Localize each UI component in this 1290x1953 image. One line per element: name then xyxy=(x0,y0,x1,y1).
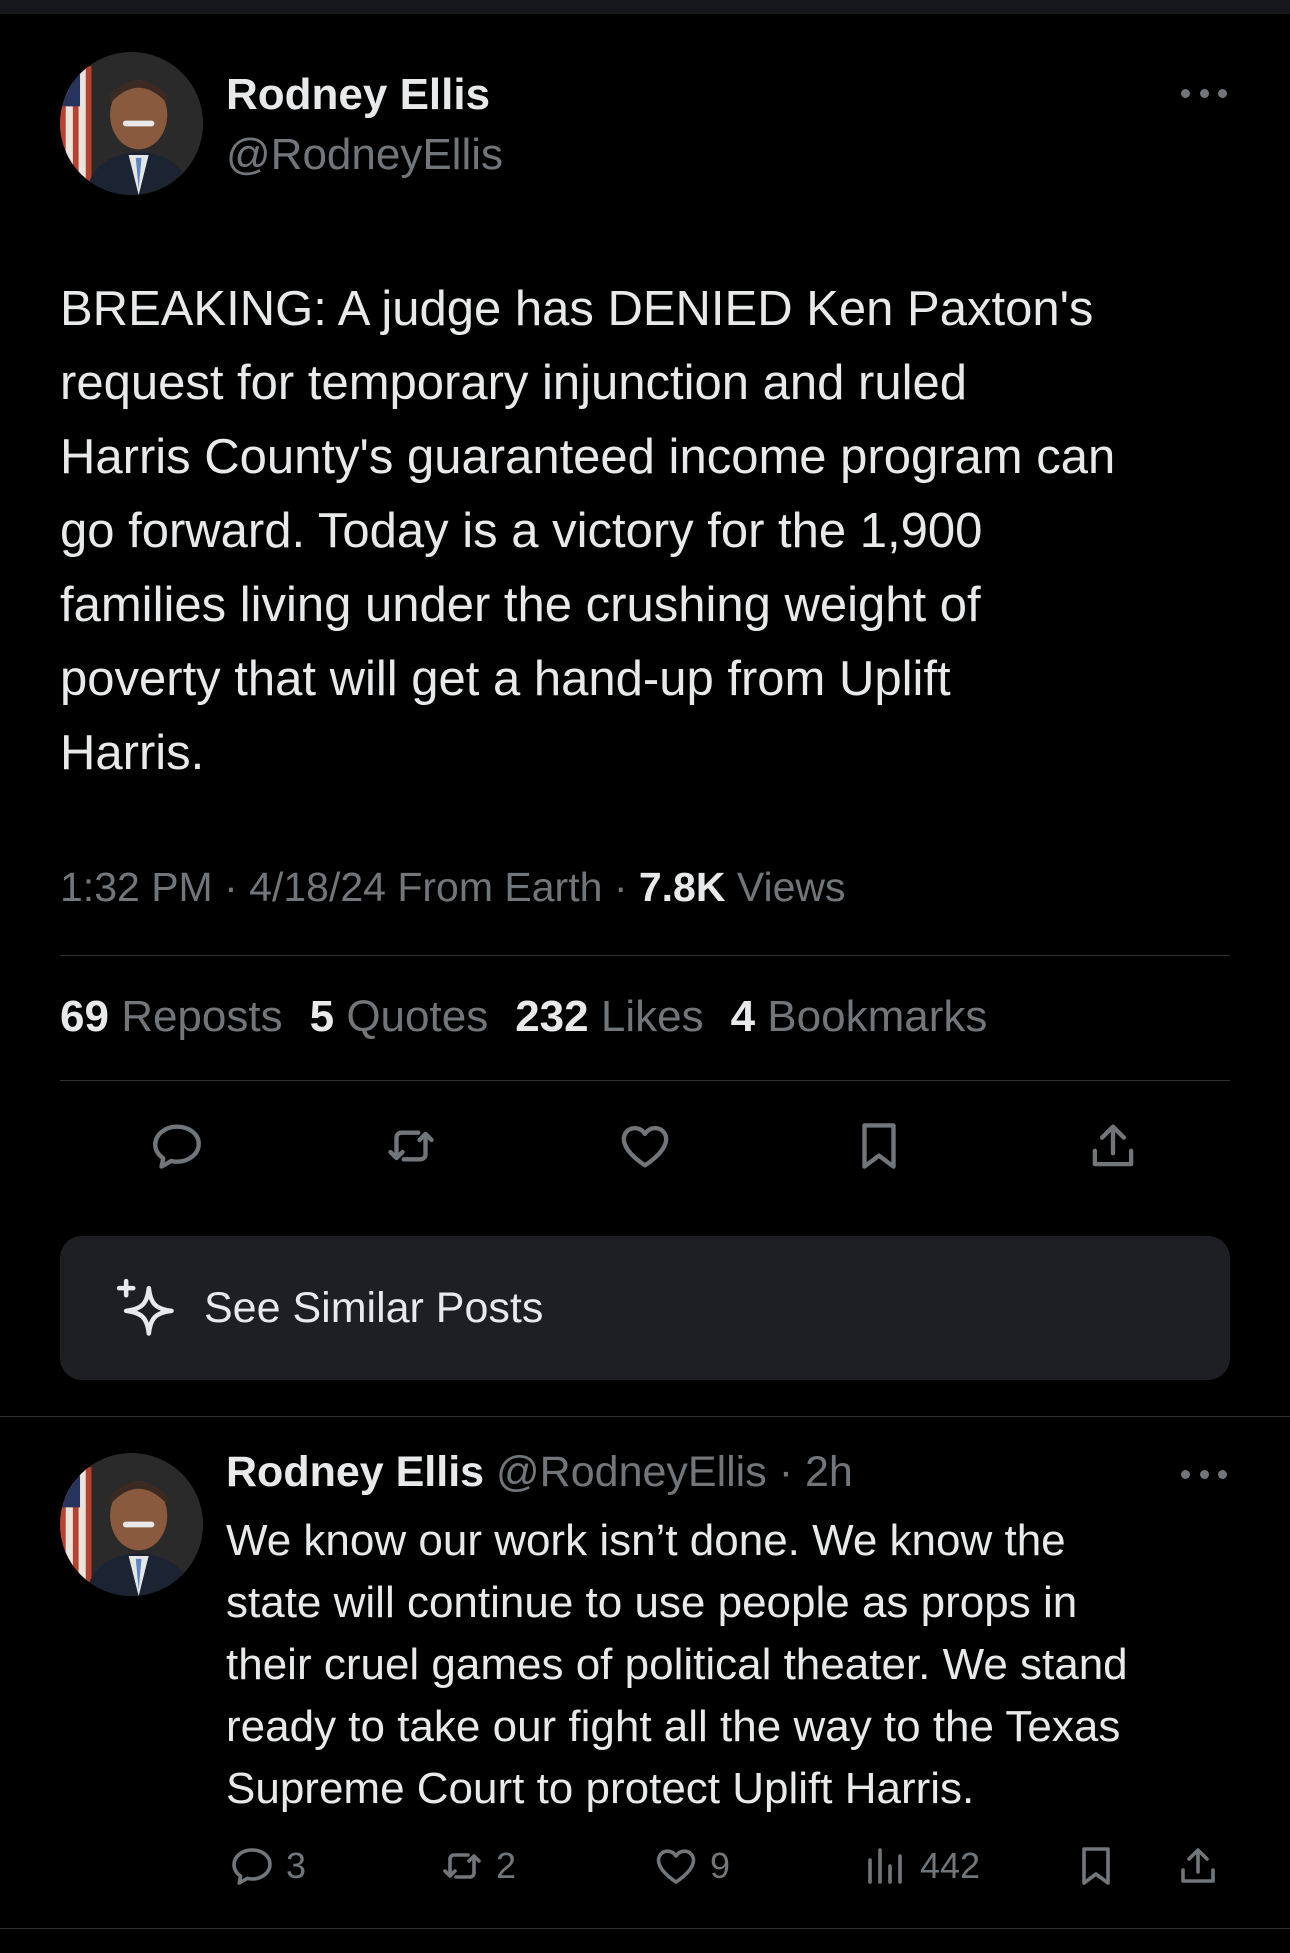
sparkle-icon xyxy=(116,1278,174,1336)
status-bar xyxy=(0,0,1290,14)
reply-likes-count: 9 xyxy=(710,1845,731,1886)
reply-reposts-count: 2 xyxy=(496,1845,517,1886)
reply-author-handle[interactable]: @RodneyEllis xyxy=(496,1448,767,1496)
bookmarks-label: Bookmarks xyxy=(767,992,988,1041)
share-icon xyxy=(1181,1848,1215,1883)
reply-repost-button[interactable]: 2 xyxy=(438,1840,516,1892)
reply-age[interactable]: 2h xyxy=(805,1448,853,1496)
bookmarks-stat[interactable]: 4 Bookmarks xyxy=(731,992,988,1042)
views-label[interactable]: Views xyxy=(737,864,846,910)
reposts-label: Reposts xyxy=(121,992,283,1041)
views-count[interactable]: 7.8K xyxy=(639,864,726,910)
reply-icon xyxy=(232,1848,272,1885)
like-icon xyxy=(621,1125,669,1168)
like-icon xyxy=(656,1849,696,1884)
see-similar-posts-button[interactable]: See Similar Posts xyxy=(60,1236,1230,1380)
see-similar-posts-label: See Similar Posts xyxy=(204,1284,544,1332)
post-meta: 1:32 PM · 4/18/24 From Earth · 7.8K View… xyxy=(60,864,846,911)
divider xyxy=(60,955,1230,956)
divider xyxy=(60,1080,1230,1081)
author-handle[interactable]: @RodneyEllis xyxy=(226,130,503,180)
post-date: 4/18/24 xyxy=(249,864,386,910)
reply-text: We know our work isn’t done. We know the… xyxy=(226,1516,1128,1813)
views-chart-icon xyxy=(868,1848,902,1884)
likes-count: 232 xyxy=(515,992,589,1041)
bookmarks-count: 4 xyxy=(730,992,756,1041)
more-options-icon[interactable] xyxy=(1181,86,1227,100)
author-name[interactable]: Rodney Ellis xyxy=(226,70,490,120)
reply-author-avatar[interactable] xyxy=(60,1453,203,1596)
meta-separator: · xyxy=(613,864,639,910)
repost-icon xyxy=(443,1853,481,1879)
reply-header: Rodney Ellis @RodneyEllis · 2h xyxy=(226,1448,853,1497)
bookmark-icon xyxy=(862,1123,896,1169)
likes-label: Likes xyxy=(600,992,704,1041)
divider xyxy=(0,1928,1290,1929)
reply-icon xyxy=(153,1124,201,1169)
post-text: BREAKING: A judge has DENIED Ken Paxton'… xyxy=(60,282,1116,780)
share-button[interactable] xyxy=(1082,1115,1144,1177)
reply-author-name[interactable]: Rodney Ellis xyxy=(226,1448,484,1496)
meta-separator: · xyxy=(224,864,250,910)
reposts-count: 69 xyxy=(60,992,109,1041)
repost-button[interactable] xyxy=(380,1115,442,1177)
divider xyxy=(0,1416,1290,1417)
repost-icon xyxy=(388,1130,434,1162)
reply-separator: · xyxy=(778,1448,794,1496)
reply-more-options-icon[interactable] xyxy=(1181,1467,1227,1481)
reply-button[interactable] xyxy=(146,1115,208,1177)
bookmark-icon xyxy=(1082,1847,1110,1885)
reply-replies-count: 3 xyxy=(286,1845,307,1886)
quotes-count: 5 xyxy=(309,992,335,1041)
post-time: 1:32 PM xyxy=(60,864,213,910)
reply-share-button[interactable] xyxy=(1174,1840,1222,1892)
reply-views-button[interactable]: 442 xyxy=(862,1840,980,1892)
post-stats: 69 Reposts 5 Quotes 232 Likes 4 Bookmark… xyxy=(60,992,987,1042)
reply-views-count: 442 xyxy=(920,1845,981,1886)
reply-reply-button[interactable]: 3 xyxy=(228,1840,306,1892)
quotes-stat[interactable]: 5 Quotes xyxy=(310,992,489,1042)
post-source: From Earth xyxy=(397,864,603,910)
reply-like-button[interactable]: 9 xyxy=(652,1840,730,1892)
quotes-label: Quotes xyxy=(346,992,489,1041)
share-icon xyxy=(1092,1124,1134,1167)
bookmark-button[interactable] xyxy=(848,1115,910,1177)
likes-stat[interactable]: 232 Likes xyxy=(515,992,703,1042)
reply-bookmark-button[interactable] xyxy=(1072,1840,1120,1892)
author-avatar[interactable] xyxy=(60,52,203,195)
reposts-stat[interactable]: 69 Reposts xyxy=(60,992,283,1042)
like-button[interactable] xyxy=(614,1115,676,1177)
